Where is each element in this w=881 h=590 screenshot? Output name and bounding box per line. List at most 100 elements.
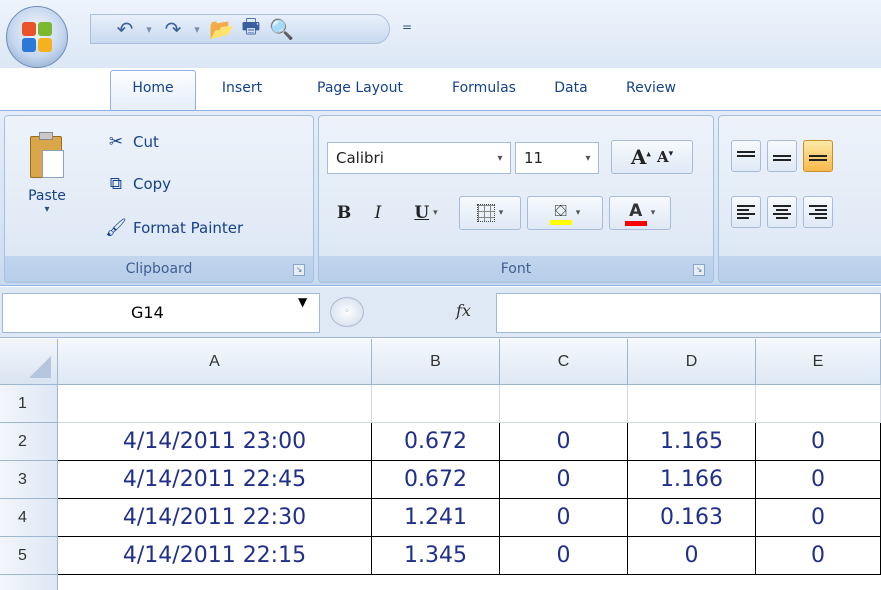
- redo-icon[interactable]: ↷: [161, 17, 185, 41]
- grow-font-button[interactable]: A▴: [631, 145, 651, 169]
- clipboard-group-label: Clipboard: [5, 256, 313, 282]
- tab-page-layout[interactable]: Page Layout: [288, 70, 432, 110]
- cell-b1[interactable]: [372, 385, 500, 423]
- tab-insert[interactable]: Insert: [196, 70, 288, 110]
- borders-button[interactable]: ▾: [459, 196, 521, 230]
- column-header-b[interactable]: B: [372, 339, 500, 385]
- font-group: Calibri ▾ 11 ▾ A▴ A▾ B I U ▾ ▾ ⛋ ▾ A ▾ F…: [318, 115, 714, 283]
- undo-dropdown-icon[interactable]: ▾: [143, 23, 155, 36]
- scissors-icon: ✂: [108, 132, 124, 152]
- cell-e1[interactable]: [756, 385, 881, 423]
- middle-align-button[interactable]: [767, 140, 797, 172]
- cell-d1[interactable]: [628, 385, 756, 423]
- cell-c1[interactable]: [500, 385, 628, 423]
- redo-dropdown-icon[interactable]: ▾: [191, 23, 203, 36]
- cell-c3[interactable]: 0: [500, 461, 628, 499]
- cell-c4[interactable]: 0: [500, 499, 628, 537]
- cell-a2[interactable]: 4/14/2011 23:00: [58, 423, 372, 461]
- grow-shrink-font-buttons: A▴ A▾: [611, 140, 693, 174]
- quick-access-toolbar: ↶ ▾ ↷ ▾ 📂 🖶 🔍: [90, 14, 390, 44]
- title-bar: ↶ ▾ ↷ ▾ 📂 🖶 🔍 =: [0, 0, 881, 68]
- format-painter-button[interactable]: 🖌 Format Painter: [105, 218, 243, 238]
- font-size-combo[interactable]: 11 ▾: [515, 142, 599, 174]
- chevron-down-icon[interactable]: ▾: [578, 143, 598, 173]
- column-header-a[interactable]: A: [58, 339, 372, 385]
- font-name-combo[interactable]: Calibri ▾: [327, 142, 511, 174]
- ribbon: Paste ▾ ✂ Cut ⧉ Copy 🖌 Format Painter Cl…: [0, 110, 881, 286]
- border-grid-icon: [476, 204, 495, 222]
- print-preview-icon[interactable]: 🔍: [269, 17, 294, 41]
- cell-b5[interactable]: 1.345: [372, 537, 500, 575]
- tab-data[interactable]: Data: [536, 70, 606, 110]
- print-icon[interactable]: 🖶: [239, 12, 263, 46]
- cell-e5[interactable]: 0: [756, 537, 881, 575]
- row-header[interactable]: 4: [0, 499, 58, 537]
- align-left-button[interactable]: [731, 196, 761, 228]
- row-header[interactable]: 1: [0, 385, 58, 423]
- font-color-button[interactable]: A ▾: [609, 196, 671, 230]
- name-box[interactable]: G14: [2, 293, 320, 333]
- bold-button[interactable]: B: [329, 196, 359, 230]
- cell-a4[interactable]: 4/14/2011 22:30: [58, 499, 372, 537]
- cell-d4[interactable]: 0.163: [628, 499, 756, 537]
- cell-e3[interactable]: 0: [756, 461, 881, 499]
- font-group-label: Font: [319, 256, 713, 282]
- top-align-button[interactable]: [731, 140, 761, 172]
- align-right-button[interactable]: [803, 196, 833, 228]
- tab-home[interactable]: Home: [110, 70, 196, 110]
- column-header-c[interactable]: C: [500, 339, 628, 385]
- font-color-icon: A: [624, 201, 647, 226]
- tab-review[interactable]: Review: [606, 70, 696, 110]
- column-header-e[interactable]: E: [756, 339, 881, 385]
- paste-button[interactable]: Paste ▾: [15, 130, 79, 240]
- cell-b3[interactable]: 0.672: [372, 461, 500, 499]
- cell-b4[interactable]: 1.241: [372, 499, 500, 537]
- cell-d2[interactable]: 1.165: [628, 423, 756, 461]
- alignment-group-label: [719, 256, 881, 282]
- copy-label: Copy: [133, 175, 172, 193]
- column-header-d[interactable]: D: [628, 339, 756, 385]
- font-name-value: Calibri: [336, 149, 384, 167]
- cell-d5[interactable]: 0: [628, 537, 756, 575]
- format-painter-label: Format Painter: [133, 219, 244, 237]
- shrink-font-button[interactable]: A▾: [657, 148, 673, 166]
- paste-dropdown-icon[interactable]: ▾: [15, 204, 79, 215]
- office-button[interactable]: [6, 6, 68, 68]
- underline-button[interactable]: U ▾: [399, 196, 453, 230]
- copy-button[interactable]: ⧉ Copy: [105, 174, 171, 194]
- open-folder-icon[interactable]: 📂: [209, 17, 234, 41]
- office-logo-icon: [22, 22, 52, 52]
- cell-a1[interactable]: [58, 385, 372, 423]
- cell-c5[interactable]: 0: [500, 537, 628, 575]
- undo-icon[interactable]: ↶: [113, 17, 137, 41]
- clipboard-dialog-launcher-icon[interactable]: ↘: [293, 264, 305, 276]
- formula-input[interactable]: [496, 293, 881, 333]
- cell-b2[interactable]: 0.672: [372, 423, 500, 461]
- cell-a3[interactable]: 4/14/2011 22:45: [58, 461, 372, 499]
- paintbrush-icon: 🖌: [105, 218, 127, 238]
- row-header[interactable]: 3: [0, 461, 58, 499]
- expand-icon[interactable]: ◦: [330, 297, 364, 327]
- insert-function-button[interactable]: fx: [456, 301, 471, 320]
- name-box-dropdown-icon[interactable]: ▼: [298, 295, 307, 309]
- italic-button[interactable]: I: [363, 196, 393, 230]
- select-all-button[interactable]: [0, 339, 58, 385]
- formula-controls: ◦ fx: [324, 293, 496, 333]
- align-center-button[interactable]: [767, 196, 797, 228]
- font-dialog-launcher-icon[interactable]: ↘: [693, 264, 705, 276]
- cell-e2[interactable]: 0: [756, 423, 881, 461]
- cell-d3[interactable]: 1.166: [628, 461, 756, 499]
- fill-color-button[interactable]: ⛋ ▾: [527, 196, 603, 230]
- cell-e4[interactable]: 0: [756, 499, 881, 537]
- bottom-align-button[interactable]: [803, 140, 833, 172]
- chevron-down-icon[interactable]: ▾: [490, 143, 510, 173]
- row-header[interactable]: 2: [0, 423, 58, 461]
- tab-formulas[interactable]: Formulas: [432, 70, 536, 110]
- cell-a5[interactable]: 4/14/2011 22:15: [58, 537, 372, 575]
- cell-c2[interactable]: 0: [500, 423, 628, 461]
- row-header-partial: [0, 575, 58, 590]
- customize-toolbar-icon[interactable]: =: [402, 20, 412, 34]
- paste-label: Paste: [28, 188, 66, 204]
- cut-button[interactable]: ✂ Cut: [105, 132, 159, 152]
- row-header[interactable]: 5: [0, 537, 58, 575]
